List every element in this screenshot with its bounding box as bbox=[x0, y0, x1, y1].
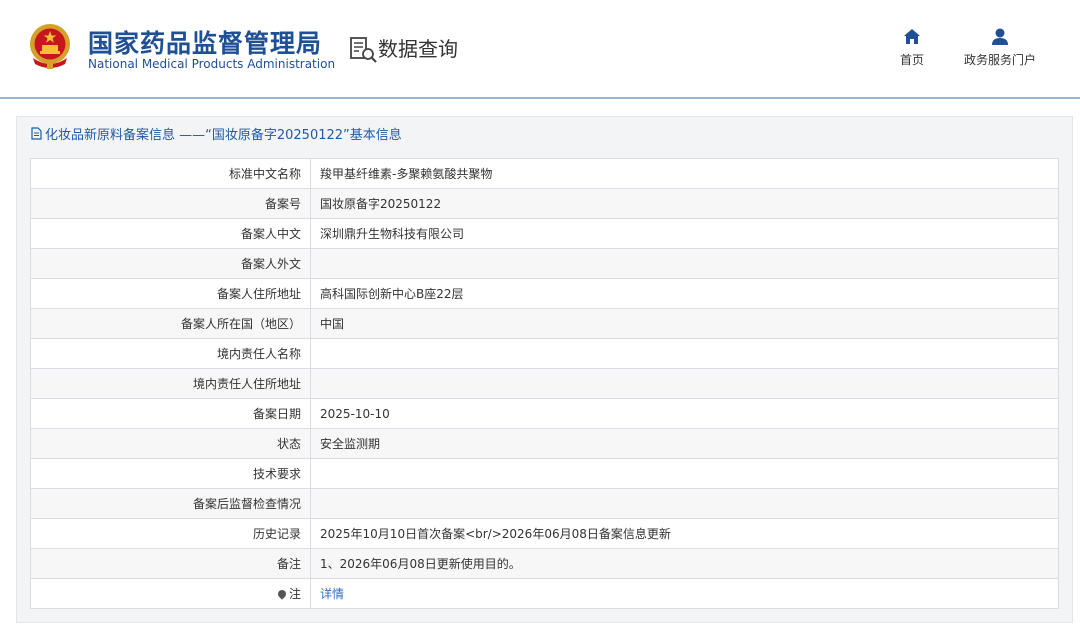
row-value: 高科国际创新中心B座22层 bbox=[310, 278, 1059, 309]
nav-home[interactable]: 首页 bbox=[896, 28, 928, 68]
table-row: 技术要求 bbox=[30, 458, 1059, 489]
row-label: 备案人住所地址 bbox=[30, 278, 311, 309]
note-value-cell: 详情 bbox=[310, 578, 1059, 609]
row-value: 2025年10月10日首次备案<br/>2026年06月08日备案信息更新 bbox=[310, 518, 1059, 549]
row-value bbox=[310, 458, 1059, 489]
user-icon bbox=[992, 28, 1008, 45]
row-label: 备案日期 bbox=[30, 398, 311, 429]
row-value: 中国 bbox=[310, 308, 1059, 339]
row-label: 境内责任人名称 bbox=[30, 338, 311, 369]
table-row: 备案人住所地址 高科国际创新中心B座22层 bbox=[30, 278, 1059, 309]
table-row: 境内责任人住所地址 bbox=[30, 368, 1059, 399]
nav-gov-service-portal[interactable]: 政务服务门户 bbox=[958, 28, 1042, 68]
data-query-icon bbox=[350, 37, 377, 63]
row-label: 备案人所在国（地区） bbox=[30, 308, 311, 339]
row-value bbox=[310, 368, 1059, 399]
table-row: 备注 1、2026年06月08日更新使用目的。 bbox=[30, 548, 1059, 579]
table-row: 标准中文名称 羧甲基纤维素-多聚赖氨酸共聚物 bbox=[30, 158, 1059, 189]
site-header: 国家药品监督管理局 National Medical Products Admi… bbox=[0, 0, 1080, 97]
national-emblem-icon bbox=[30, 24, 70, 69]
panel-title: 化妆品新原料备案信息 ——“国妆原备字20250122”基本信息 bbox=[31, 124, 402, 143]
brand-title-en[interactable]: National Medical Products Administration bbox=[88, 57, 335, 71]
row-label: 状态 bbox=[30, 428, 311, 459]
table-row: 备案号 国妆原备字20250122 bbox=[30, 188, 1059, 219]
row-label: 境内责任人住所地址 bbox=[30, 368, 311, 399]
row-label: 备注 bbox=[30, 548, 311, 579]
row-label: 标准中文名称 bbox=[30, 158, 311, 189]
record-panel: 化妆品新原料备案信息 ——“国妆原备字20250122”基本信息 标准中文名称 … bbox=[16, 116, 1073, 623]
table-row: 状态 安全监测期 bbox=[30, 428, 1059, 459]
document-icon bbox=[31, 127, 42, 140]
data-query-title: 数据查询 bbox=[378, 37, 458, 61]
record-info-table: 标准中文名称 羧甲基纤维素-多聚赖氨酸共聚物 备案号 国妆原备字20250122… bbox=[30, 158, 1059, 609]
table-row: 备案后监督检查情况 bbox=[30, 488, 1059, 519]
row-value: 安全监测期 bbox=[310, 428, 1059, 459]
row-label: 注 bbox=[288, 587, 301, 601]
table-row: 境内责任人名称 bbox=[30, 338, 1059, 369]
nav-portal-label: 政务服务门户 bbox=[963, 53, 1036, 67]
row-value: 2025-10-10 bbox=[310, 398, 1059, 429]
row-label: 技术要求 bbox=[30, 458, 311, 489]
row-value bbox=[310, 248, 1059, 279]
row-value: 国妆原备字20250122 bbox=[310, 188, 1059, 219]
table-row: 注 详情 bbox=[30, 578, 1059, 609]
row-label: 备案人中文 bbox=[30, 218, 311, 249]
row-value: 深圳鼎升生物科技有限公司 bbox=[310, 218, 1059, 249]
home-icon bbox=[904, 29, 920, 44]
brand-title-cn[interactable]: 国家药品监督管理局 bbox=[88, 24, 322, 60]
header-divider bbox=[0, 97, 1080, 99]
details-link[interactable]: 详情 bbox=[320, 587, 344, 601]
location-pin-icon bbox=[276, 588, 288, 600]
panel-title-text: 化妆品新原料备案信息 ——“国妆原备字20250122”基本信息 bbox=[45, 128, 402, 143]
table-row: 备案人中文 深圳鼎升生物科技有限公司 bbox=[30, 218, 1059, 249]
row-label: 历史记录 bbox=[30, 518, 311, 549]
nav-home-label: 首页 bbox=[899, 53, 924, 67]
table-row: 备案人所在国（地区） 中国 bbox=[30, 308, 1059, 339]
row-value: 羧甲基纤维素-多聚赖氨酸共聚物 bbox=[310, 158, 1059, 189]
row-label: 备案人外文 bbox=[30, 248, 311, 279]
row-label: 备案后监督检查情况 bbox=[30, 488, 311, 519]
table-row: 备案人外文 bbox=[30, 248, 1059, 279]
table-row: 备案日期 2025-10-10 bbox=[30, 398, 1059, 429]
note-label-cell: 注 bbox=[30, 578, 311, 609]
row-value bbox=[310, 488, 1059, 519]
row-value bbox=[310, 338, 1059, 369]
row-label: 备案号 bbox=[30, 188, 311, 219]
table-row: 历史记录 2025年10月10日首次备案<br/>2026年06月08日备案信息… bbox=[30, 518, 1059, 549]
row-value: 1、2026年06月08日更新使用目的。 bbox=[310, 548, 1059, 579]
